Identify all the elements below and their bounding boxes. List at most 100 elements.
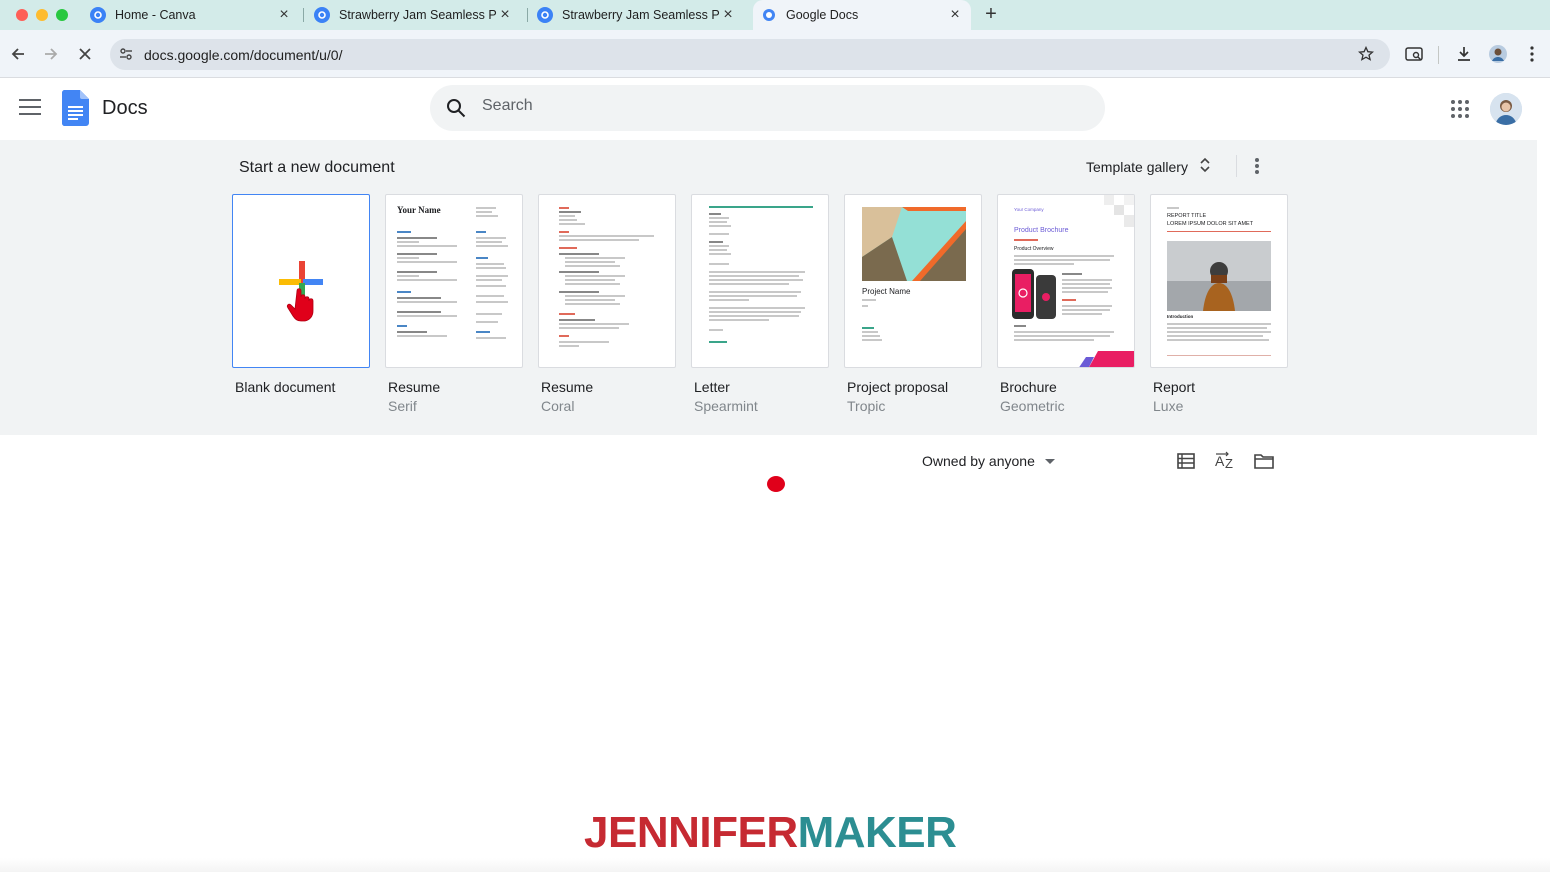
google-apps-icon[interactable] [1451,100,1469,118]
thumb-brochure-title-text: Product Brochure [1014,227,1069,234]
template-thumbnail[interactable] [538,194,676,368]
browser-toolbar: docs.google.com/document/u/0/ [0,30,1550,78]
thumb-report-subtitle-text: LOREM IPSUM DOLOR SIT AMET [1167,221,1254,227]
docs-header: Docs [0,78,1550,140]
account-avatar[interactable] [1490,93,1522,125]
template-thumbnail[interactable]: REPORT TITLE LOREM IPSUM DOLOR SIT AMET … [1150,194,1288,368]
svg-text:A: A [1215,453,1225,469]
phone-image [1012,269,1056,319]
page-bottom-shade [0,858,1550,872]
browser-tab-2[interactable]: Strawberry Jam Seamless Pat × [306,0,524,30]
thumb-intro-text: Introduction [1167,314,1194,319]
template-letter-spearmint[interactable]: Letter Spearmint [691,194,829,414]
bookmark-star-icon[interactable] [1357,45,1375,67]
mouse-cursor-indicator [767,476,785,492]
toolbar-divider [1438,46,1439,64]
main-menu-icon[interactable] [19,99,41,117]
template-resume-serif[interactable]: Your Name Resume Serif [385,194,523,414]
downloads-icon[interactable] [1452,42,1476,66]
geometric-corner-graphic [1104,195,1134,227]
template-subtitle: Geometric [1000,398,1065,414]
close-tab-icon[interactable]: × [720,6,736,24]
template-gallery-label: Template gallery [1086,158,1188,175]
template-name: Blank document [235,379,336,395]
list-view-icon[interactable] [1175,450,1197,472]
template-thumbnail[interactable]: Your Name [385,194,523,368]
maximize-window-button[interactable] [56,9,68,21]
template-subtitle: Coral [541,398,575,414]
template-thumbnail[interactable]: Your Company Product Brochure Product Ov… [997,194,1135,368]
template-name: Resume [388,379,441,395]
new-tab-button[interactable]: + [980,3,1002,27]
google-docs-favicon [761,7,777,23]
close-tab-icon[interactable]: × [497,6,513,24]
template-blank[interactable]: Blank document [232,194,370,395]
brochure-footer-graphic [1079,351,1134,367]
template-subtitle: Tropic [847,398,886,414]
forward-arrow-icon[interactable] [39,42,63,66]
browser-tab-1[interactable]: Home - Canva × [82,0,300,30]
close-tab-icon[interactable]: × [276,6,292,24]
browser-tab-4-active[interactable]: Google Docs × [753,0,971,30]
watermark-part-2: MAKER [797,808,957,857]
sort-az-icon[interactable]: AZ [1214,450,1236,472]
search-bar[interactable] [430,85,1105,131]
template-subtitle: Spearmint [694,398,758,414]
tab-divider [527,8,528,22]
google-lens-icon[interactable] [1402,42,1426,66]
google-docs-logo-icon[interactable] [61,90,89,131]
template-gallery-button[interactable]: Template gallery [1086,157,1210,176]
template-name: Resume [541,379,594,395]
open-file-picker-folder-icon[interactable] [1253,450,1275,472]
minimize-window-button[interactable] [36,9,48,21]
report-cover-photo [1167,241,1271,311]
template-name: Report [1153,379,1196,395]
url-text: docs.google.com/document/u/0/ [144,47,343,63]
template-project-proposal-tropic[interactable]: Project Name Project proposal Tropic [844,194,982,414]
tab-title: Strawberry Jam Seamless Pat [339,8,497,22]
template-section: Start a new document Template gallery Bl… [0,140,1537,435]
browser-tab-bar: Home - Canva × Strawberry Jam Seamless P… [0,0,1550,30]
plus-with-hand-cursor-icon [279,261,323,322]
template-thumbnail[interactable] [691,194,829,368]
template-subtitle: Serif [388,398,417,414]
header-divider [1236,155,1237,177]
back-arrow-icon[interactable] [6,42,30,66]
canva-icon [314,7,330,23]
tab-title: Strawberry Jam Seamless Pat [562,8,720,22]
stop-loading-icon[interactable] [73,42,97,66]
search-icon[interactable] [446,98,466,123]
expand-collapse-icon [1200,157,1210,176]
tab-title: Google Docs [786,8,859,22]
template-thumbnail[interactable] [232,194,370,368]
close-window-button[interactable] [16,9,28,21]
watermark-part-1: JENNIFER [584,808,798,857]
tropic-cover-graphic [862,207,966,281]
more-options-icon[interactable] [1248,155,1266,177]
template-thumbnail[interactable]: Project Name [844,194,982,368]
canva-icon [90,7,106,23]
template-report-luxe[interactable]: REPORT TITLE LOREM IPSUM DOLOR SIT AMET … [1150,194,1288,414]
search-input[interactable] [482,97,1062,115]
tab-divider [303,8,304,22]
svg-text:Z: Z [1225,456,1233,471]
template-subtitle: Luxe [1153,398,1184,414]
template-resume-coral[interactable]: Resume Coral [538,194,676,414]
profile-avatar-icon[interactable] [1486,42,1510,66]
template-brochure-geometric[interactable]: Your Company Product Brochure Product Ov… [997,194,1135,414]
app-name[interactable]: Docs [102,97,148,120]
owner-filter-dropdown[interactable]: Owned by anyone [922,453,1055,469]
close-tab-icon[interactable]: × [947,6,963,24]
canva-icon [537,7,553,23]
site-settings-icon[interactable] [119,47,133,66]
thumb-report-title-text: REPORT TITLE [1167,213,1207,219]
address-bar[interactable]: docs.google.com/document/u/0/ [110,39,1390,70]
browser-tab-3[interactable]: Strawberry Jam Seamless Pat × [529,0,747,30]
tab-title: Home - Canva [115,8,196,22]
template-name: Brochure [1000,379,1057,395]
section-title: Start a new document [239,159,395,176]
owner-filter-label: Owned by anyone [922,453,1035,469]
browser-menu-icon[interactable] [1520,42,1544,66]
thumb-company-text: Your Company [1014,207,1044,212]
template-name: Project proposal [847,379,949,395]
